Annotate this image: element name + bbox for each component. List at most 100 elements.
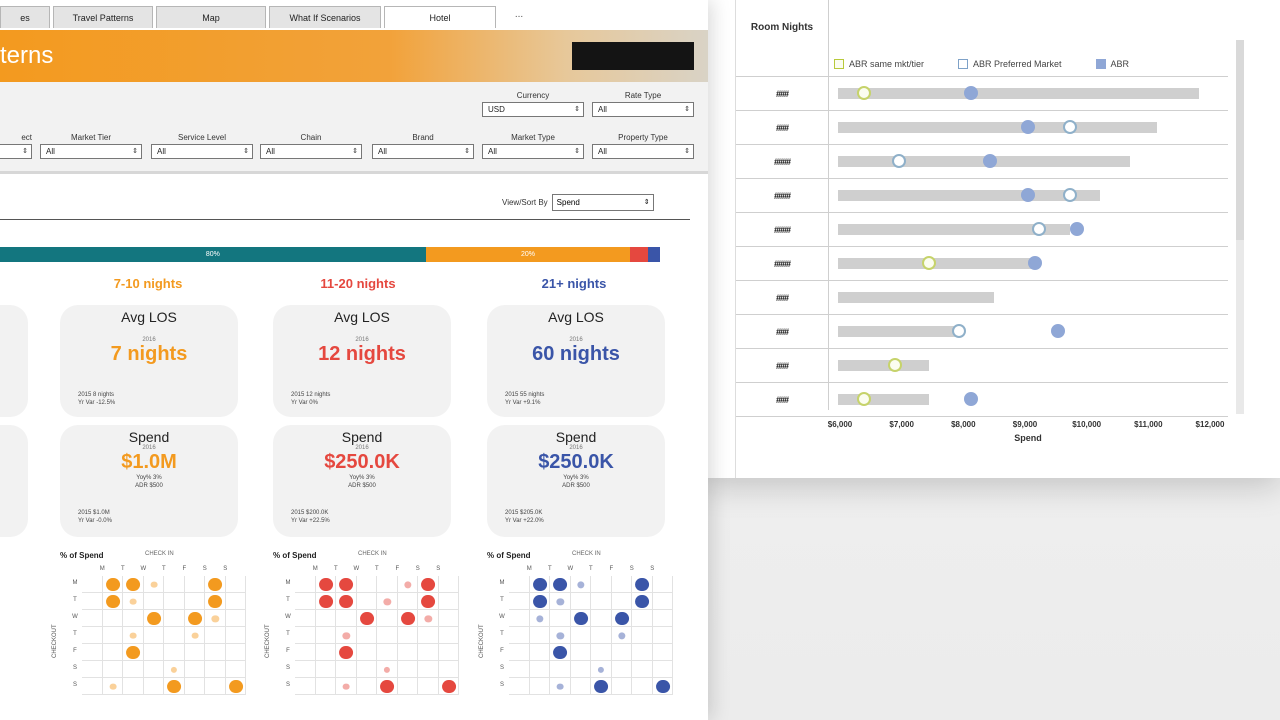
filter-market-type[interactable]: Market Type All ⇕ [482, 132, 584, 159]
checkin-checkout-heatmap[interactable]: M T W T F S S M T W T F S S [72, 566, 246, 698]
heatmap-cell[interactable] [438, 661, 459, 678]
heatmap-cell[interactable] [611, 644, 632, 661]
heatmap-cell[interactable] [377, 644, 398, 661]
spend-dot[interactable] [635, 594, 650, 609]
heatmap-cell[interactable] [570, 661, 591, 678]
heatmap-cell[interactable] [225, 610, 246, 627]
heatmap-cell[interactable] [102, 661, 123, 678]
heatmap-cell[interactable] [315, 627, 336, 644]
cut-select[interactable]: ⇕ [0, 144, 32, 159]
legend-item-abr-same-mkt[interactable]: ABR same mkt/tier [834, 59, 924, 69]
heatmap-cell[interactable] [570, 627, 591, 644]
spend-dot[interactable] [421, 577, 436, 592]
room-nights-row[interactable]: #### [736, 212, 1228, 246]
heatmap-cell[interactable] [509, 576, 530, 593]
heatmap-cell[interactable] [632, 661, 653, 678]
spend-dot[interactable] [556, 683, 564, 690]
heatmap-cell[interactable] [377, 610, 398, 627]
heatmap-cell[interactable] [397, 627, 418, 644]
room-nights-row[interactable]: ### [736, 280, 1228, 314]
heatmap-cell[interactable] [82, 661, 103, 678]
heatmap-cell[interactable] [143, 593, 164, 610]
spend-dot[interactable] [441, 679, 456, 694]
tab-travel-patterns[interactable]: Travel Patterns [53, 6, 153, 28]
heatmap-cell[interactable] [397, 661, 418, 678]
heatmap-cell[interactable] [205, 644, 226, 661]
heatmap-cell[interactable] [336, 610, 357, 627]
spend-dot[interactable] [553, 645, 568, 660]
room-nights-row[interactable]: ### [736, 110, 1228, 144]
heatmap-cell[interactable] [652, 593, 673, 610]
heatmap-cell[interactable] [509, 593, 530, 610]
heatmap-cell[interactable] [418, 644, 439, 661]
spend-dot[interactable] [109, 683, 117, 690]
spend-dot[interactable] [635, 577, 650, 592]
room-nights-row[interactable]: ### [736, 314, 1228, 348]
heatmap-cell[interactable] [184, 593, 205, 610]
heatmap-cell[interactable] [164, 610, 185, 627]
spend-dot[interactable] [228, 679, 243, 694]
spend-dot[interactable] [105, 577, 120, 592]
heatmap-cell[interactable] [550, 610, 571, 627]
heatmap-cell[interactable] [356, 576, 377, 593]
spend-dot[interactable] [532, 577, 547, 592]
spend-dot[interactable] [339, 594, 354, 609]
heatmap-cell[interactable] [632, 678, 653, 695]
currency-select[interactable]: USD ⇕ [482, 102, 584, 117]
spend-dot[interactable] [339, 645, 354, 660]
heatmap-cell[interactable] [591, 610, 612, 627]
heatmap-cell[interactable] [295, 576, 316, 593]
heatmap-cell[interactable] [632, 627, 653, 644]
market-type-select[interactable]: All ⇕ [482, 144, 584, 159]
heatmap-cell[interactable] [356, 627, 377, 644]
heatmap-cell[interactable] [356, 661, 377, 678]
heatmap-cell[interactable] [123, 610, 144, 627]
heatmap-cell[interactable] [611, 678, 632, 695]
spend-dot[interactable] [150, 581, 158, 588]
spend-dot[interactable] [318, 577, 333, 592]
heatmap-cell[interactable] [509, 661, 530, 678]
heatmap-cell[interactable] [315, 610, 336, 627]
heatmap-cell[interactable] [295, 644, 316, 661]
spend-dot[interactable] [126, 645, 141, 660]
spend-dot[interactable] [594, 679, 609, 694]
room-nights-row[interactable]: ### [736, 76, 1228, 110]
heatmap-cell[interactable] [123, 678, 144, 695]
abr-marker[interactable] [1020, 120, 1035, 134]
heatmap-cell[interactable] [143, 644, 164, 661]
heatmap-cell[interactable] [143, 678, 164, 695]
heatmap-cell[interactable] [438, 610, 459, 627]
checkin-checkout-heatmap[interactable]: M T W T F S S M T W T F S S [499, 566, 673, 698]
heatmap-cell[interactable] [591, 576, 612, 593]
heatmap-cell[interactable] [438, 644, 459, 661]
spend-dot[interactable] [129, 632, 137, 639]
heatmap-cell[interactable] [591, 627, 612, 644]
heatmap-cell[interactable] [397, 593, 418, 610]
heatmap-cell[interactable] [570, 644, 591, 661]
heatmap-cell[interactable] [295, 627, 316, 644]
abr-same-mkt-marker[interactable] [887, 358, 902, 372]
heatmap-cell[interactable] [591, 644, 612, 661]
heatmap-cell[interactable] [529, 678, 550, 695]
heatmap-cell[interactable] [356, 644, 377, 661]
spend-dot[interactable] [655, 679, 670, 694]
scrollbar-thumb[interactable] [1236, 40, 1244, 240]
spend-dot[interactable] [208, 577, 223, 592]
spend-dot[interactable] [146, 611, 161, 626]
heatmap-cell[interactable] [143, 627, 164, 644]
heatmap-cell[interactable] [438, 627, 459, 644]
filter-chain[interactable]: Chain All ⇕ [260, 132, 362, 159]
heatmap-cell[interactable] [570, 678, 591, 695]
abr-preferred-marker[interactable] [952, 324, 967, 338]
share-segment[interactable] [630, 247, 649, 262]
filter-service-level[interactable]: Service Level All ⇕ [151, 132, 253, 159]
room-nights-row[interactable]: ### [736, 348, 1228, 382]
room-nights-row[interactable]: #### [736, 178, 1228, 212]
tab-hotel[interactable]: Hotel [384, 6, 496, 28]
filter-currency[interactable]: Currency USD ⇕ [482, 90, 584, 117]
view-sort-select[interactable]: Spend ⇕ [551, 193, 654, 211]
heatmap-cell[interactable] [143, 661, 164, 678]
legend-item-abr[interactable]: ABR [1095, 59, 1129, 69]
spend-dot[interactable] [318, 594, 333, 609]
abr-preferred-marker[interactable] [1062, 188, 1077, 202]
